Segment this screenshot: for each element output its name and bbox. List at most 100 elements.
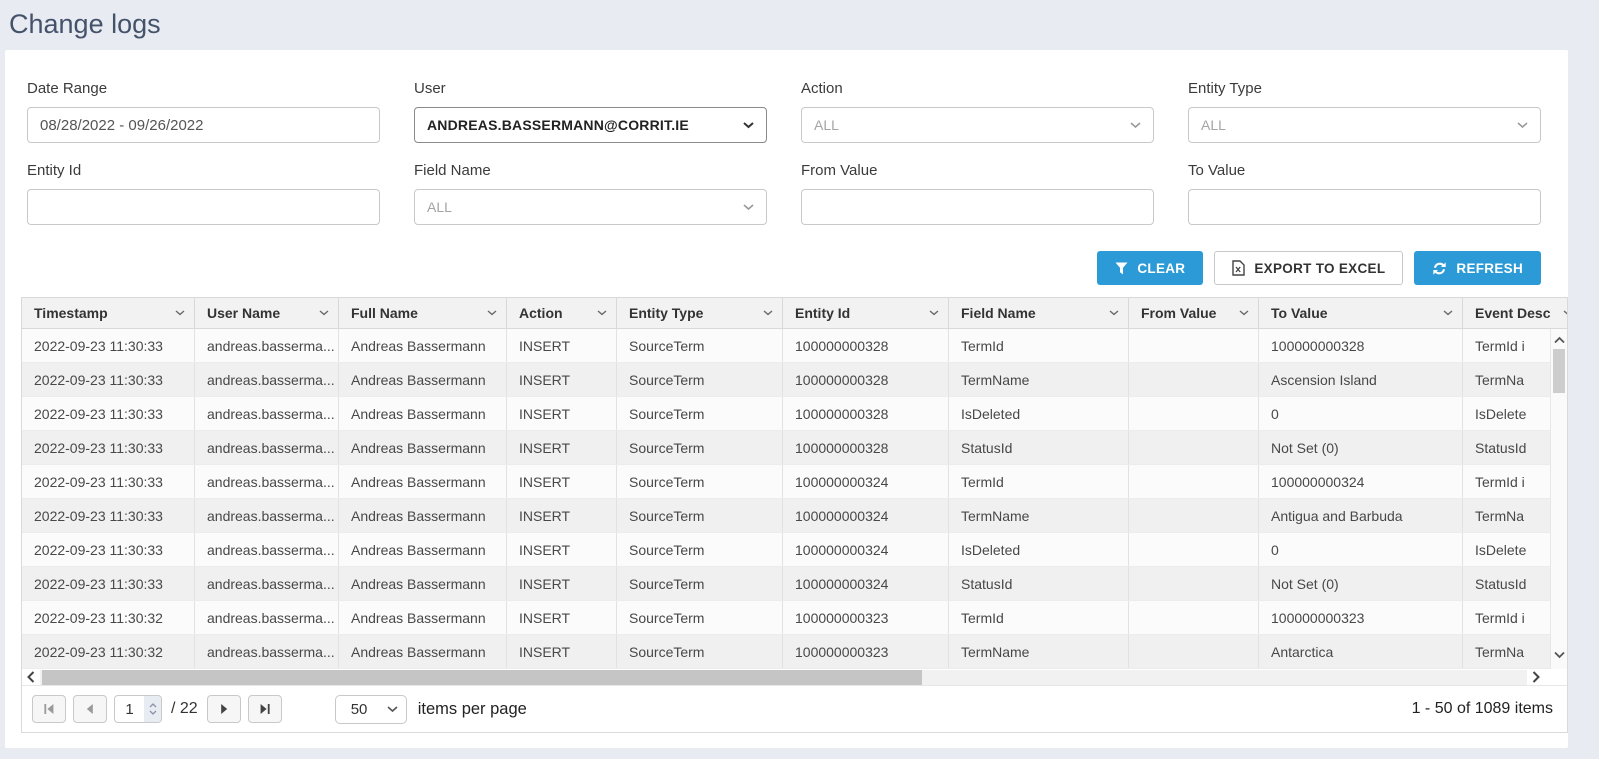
v-scrollbar[interactable]: [1550, 329, 1567, 669]
table-cell: 2022-09-23 11:30:33: [22, 329, 195, 362]
entity-type-dropdown[interactable]: ALL: [1188, 107, 1541, 143]
h-scroll-track[interactable]: [40, 670, 1527, 685]
column-header-label: Timestamp: [34, 305, 108, 321]
page-number-input[interactable]: 1: [114, 695, 162, 723]
column-menu-chevron-icon[interactable]: [929, 310, 939, 316]
date-range-value: 08/28/2022 - 09/26/2022: [40, 117, 203, 134]
column-header-from-value[interactable]: From Value: [1129, 298, 1259, 328]
table-cell: Andreas Bassermann: [339, 635, 507, 668]
column-header-timestamp[interactable]: Timestamp: [22, 298, 195, 328]
table-cell: IsDeleted: [949, 533, 1129, 566]
column-header-to-value[interactable]: To Value: [1259, 298, 1463, 328]
refresh-button[interactable]: REFRESH: [1414, 251, 1541, 285]
page-size-select[interactable]: 50: [335, 695, 407, 724]
column-header-user-name[interactable]: User Name: [195, 298, 339, 328]
from-value-input[interactable]: [801, 189, 1154, 225]
table-cell: Not Set (0): [1259, 567, 1463, 600]
table-cell: SourceTerm: [617, 601, 783, 634]
table-cell: [1129, 635, 1259, 668]
pager-first-button[interactable]: [32, 695, 66, 723]
filter-date-range: Date Range 08/28/2022 - 09/26/2022: [27, 80, 380, 143]
table-cell: Andreas Bassermann: [339, 567, 507, 600]
page-number-value[interactable]: 1: [115, 696, 144, 722]
column-header-entity-type[interactable]: Entity Type: [617, 298, 783, 328]
v-scroll-thumb[interactable]: [1553, 349, 1565, 393]
to-value-input[interactable]: [1188, 189, 1541, 225]
column-menu-chevron-icon[interactable]: [1443, 310, 1453, 316]
user-value: ANDREAS.BASSERMANN@CORRIT.IE: [427, 117, 689, 133]
table-cell: andreas.basserma...: [195, 635, 339, 668]
table-cell: 2022-09-23 11:30:33: [22, 397, 195, 430]
filter-panel: Date Range 08/28/2022 - 09/26/2022 User …: [5, 80, 1568, 225]
toolbar: CLEAR EXPORT TO EXCEL REFRESH: [5, 251, 1541, 285]
filter-user: User ANDREAS.BASSERMANN@CORRIT.IE: [414, 80, 767, 143]
table-cell: 2022-09-23 11:30:33: [22, 533, 195, 566]
table-cell: SourceTerm: [617, 363, 783, 396]
table-cell: 100000000324: [1259, 465, 1463, 498]
page-size-value: 50: [351, 701, 368, 718]
action-dropdown[interactable]: ALL: [801, 107, 1154, 143]
from-value-label: From Value: [801, 162, 1154, 179]
column-header-label: Action: [519, 305, 563, 321]
table-cell: IsDeleted: [949, 397, 1129, 430]
filter-icon: [1115, 262, 1128, 275]
column-header-entity-id[interactable]: Entity Id: [783, 298, 949, 328]
column-menu-chevron-icon[interactable]: [763, 310, 773, 316]
table-cell: 100000000323: [783, 635, 949, 668]
column-header-label: Field Name: [961, 305, 1036, 321]
column-menu-chevron-icon[interactable]: [1239, 310, 1249, 316]
table-row: 2022-09-23 11:30:33andreas.basserma...An…: [22, 567, 1567, 601]
export-to-excel-button[interactable]: EXPORT TO EXCEL: [1214, 251, 1403, 285]
table-cell: INSERT: [507, 499, 617, 532]
column-header-label: From Value: [1141, 305, 1216, 321]
column-menu-chevron-icon[interactable]: [319, 310, 329, 316]
column-header-event-desc[interactable]: Event Desc: [1463, 298, 1567, 328]
column-menu-chevron-icon[interactable]: [1563, 310, 1567, 316]
page-spinner[interactable]: [144, 696, 161, 722]
column-header-full-name[interactable]: Full Name: [339, 298, 507, 328]
scroll-down-icon[interactable]: [1551, 647, 1567, 663]
scroll-right-icon[interactable]: [1527, 669, 1545, 686]
scroll-up-icon[interactable]: [1551, 332, 1567, 348]
user-dropdown[interactable]: ANDREAS.BASSERMANN@CORRIT.IE: [414, 107, 767, 143]
column-header-field-name[interactable]: Field Name: [949, 298, 1129, 328]
column-menu-chevron-icon[interactable]: [175, 310, 185, 316]
pager-next-button[interactable]: [207, 695, 241, 723]
column-menu-chevron-icon[interactable]: [487, 310, 497, 316]
table-row: 2022-09-23 11:30:33andreas.basserma...An…: [22, 533, 1567, 567]
table-cell: SourceTerm: [617, 431, 783, 464]
table-cell: Andreas Bassermann: [339, 465, 507, 498]
chevron-down-icon: [387, 706, 398, 713]
entity-id-input[interactable]: [27, 189, 380, 225]
clear-button[interactable]: CLEAR: [1097, 251, 1203, 285]
date-range-input[interactable]: 08/28/2022 - 09/26/2022: [27, 107, 380, 143]
table-cell: SourceTerm: [617, 635, 783, 668]
table-cell: andreas.basserma...: [195, 329, 339, 362]
column-menu-chevron-icon[interactable]: [597, 310, 607, 316]
change-log-grid: Timestamp User NameFull Name Action Entity …: [21, 297, 1568, 733]
table-cell: SourceTerm: [617, 499, 783, 532]
table-cell: 2022-09-23 11:30:33: [22, 363, 195, 396]
table-cell: [1129, 397, 1259, 430]
pager-prev-button[interactable]: [73, 695, 107, 723]
table-cell: 0: [1259, 397, 1463, 430]
h-scroll-thumb[interactable]: [42, 670, 922, 685]
table-row: 2022-09-23 11:30:32andreas.basserma...An…: [22, 635, 1567, 669]
table-row: 2022-09-23 11:30:32andreas.basserma...An…: [22, 601, 1567, 635]
column-menu-chevron-icon[interactable]: [1109, 310, 1119, 316]
table-cell: Andreas Bassermann: [339, 329, 507, 362]
export-button-label: EXPORT TO EXCEL: [1254, 261, 1385, 276]
pager-last-button[interactable]: [248, 695, 282, 723]
table-cell: SourceTerm: [617, 533, 783, 566]
table-body: 2022-09-23 11:30:33andreas.basserma...An…: [22, 329, 1567, 669]
h-scrollbar[interactable]: [22, 669, 1567, 686]
field-name-dropdown[interactable]: ALL: [414, 189, 767, 225]
table-cell: 2022-09-23 11:30:33: [22, 499, 195, 532]
table-cell: TermId: [949, 329, 1129, 362]
table-cell: INSERT: [507, 635, 617, 668]
column-header-action[interactable]: Action: [507, 298, 617, 328]
scroll-left-icon[interactable]: [22, 669, 40, 686]
change-logs-panel: Date Range 08/28/2022 - 09/26/2022 User …: [5, 50, 1568, 748]
filter-action: Action ALL: [801, 80, 1154, 143]
filter-field-name: Field Name ALL: [414, 162, 767, 225]
